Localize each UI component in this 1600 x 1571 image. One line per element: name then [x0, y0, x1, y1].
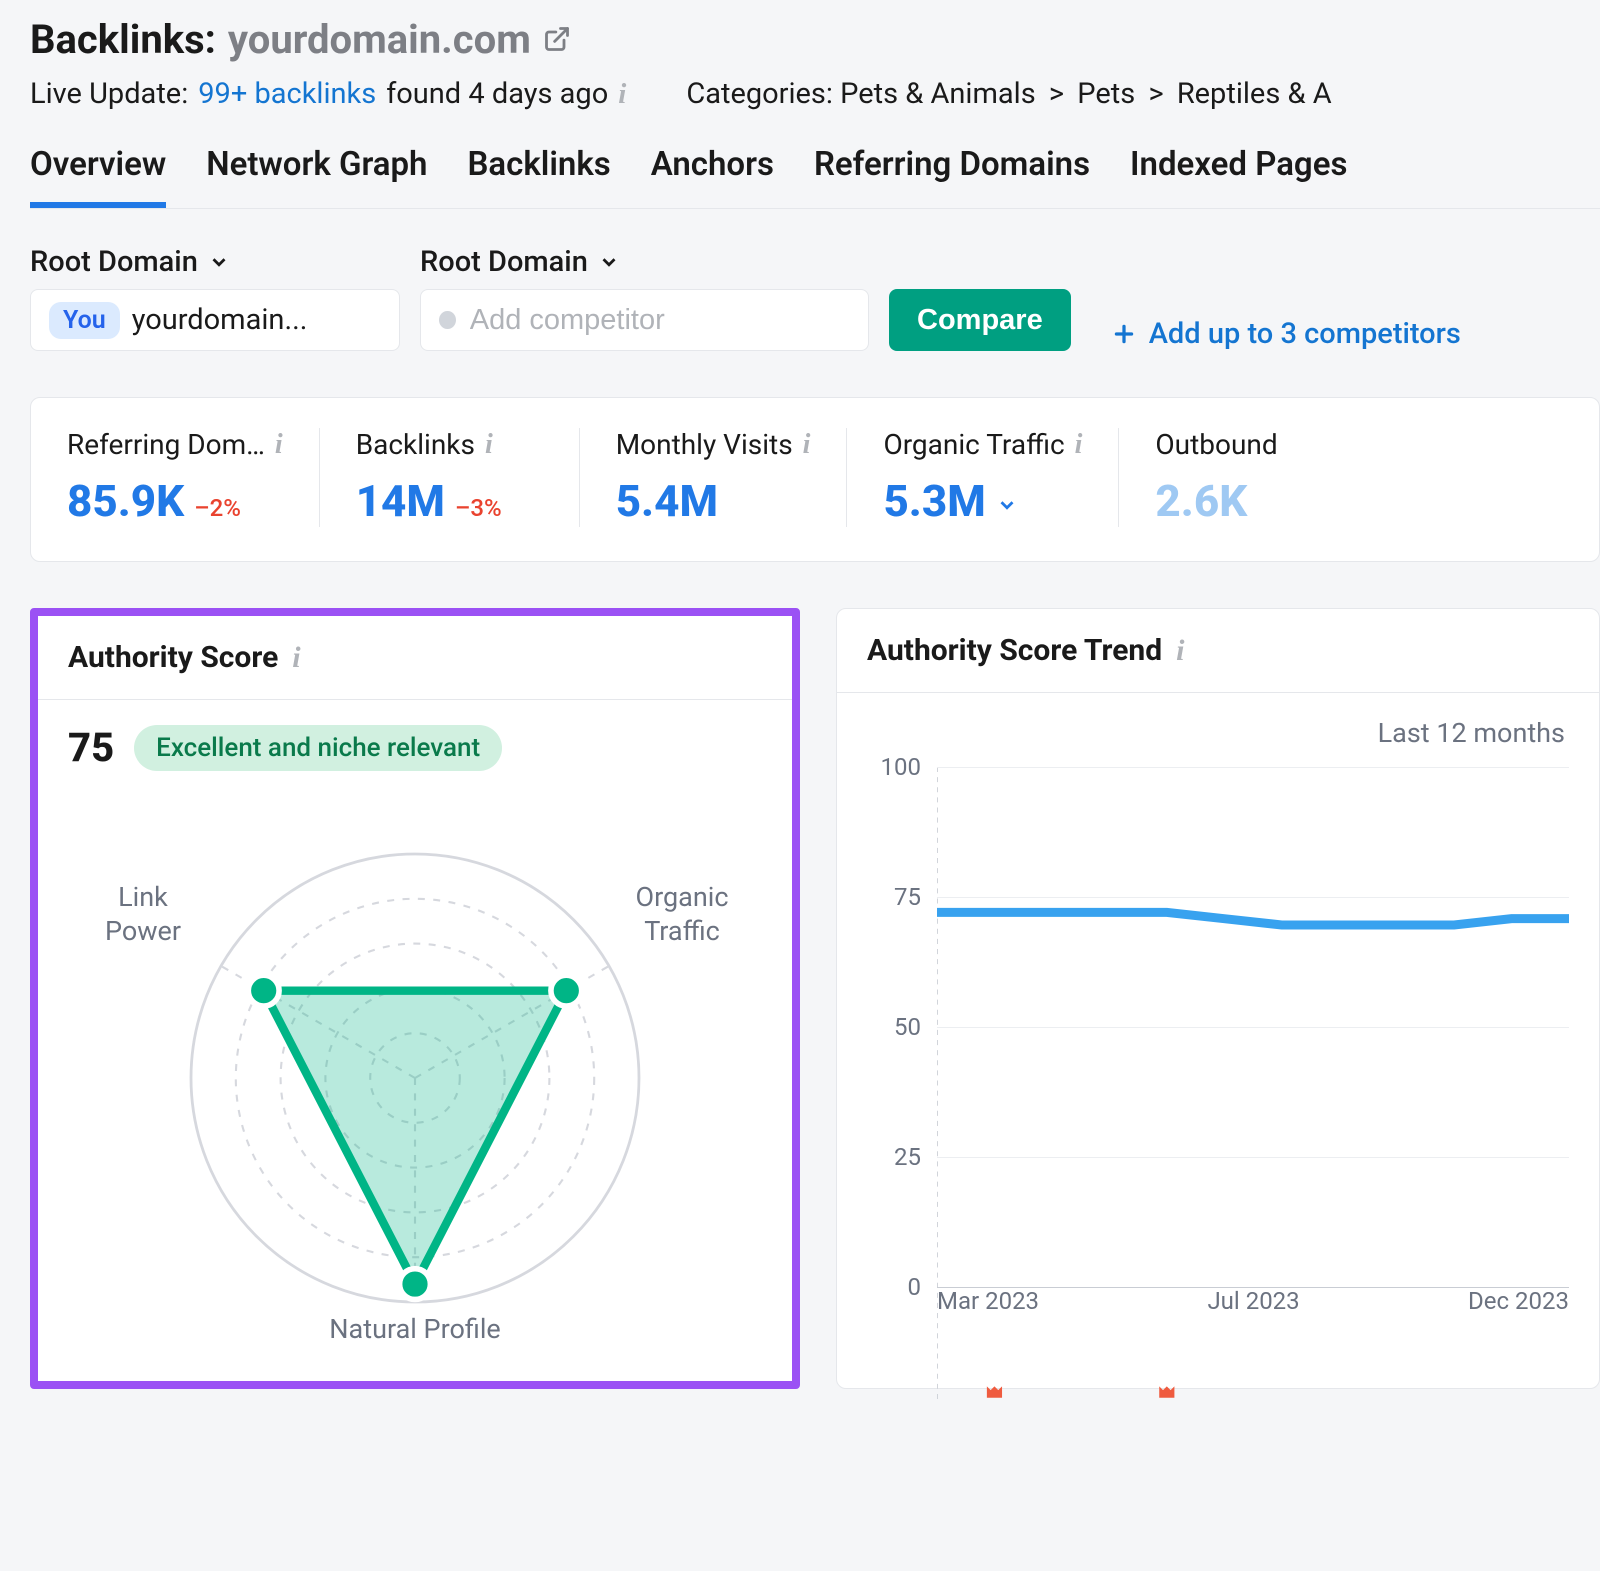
metric-value: 85.9K: [67, 475, 184, 527]
authority-score-value: 75: [68, 724, 114, 771]
info-icon[interactable]: i: [1075, 429, 1083, 461]
trend-chart: 0255075100 Mar 2023Jul 2023Dec 2023: [867, 767, 1569, 1327]
radar-axis-natural-profile: Natural Profile: [68, 1313, 762, 1347]
you-pill: You: [49, 302, 120, 339]
authority-trend-panel: Authority Score Trend i Last 12 months 0…: [836, 608, 1600, 1389]
external-link-icon[interactable]: [543, 16, 571, 63]
x-tick: Dec 2023: [1468, 1287, 1569, 1327]
info-icon[interactable]: i: [803, 429, 811, 461]
scope-comp-label: Root Domain: [420, 245, 588, 279]
scope-selector-you[interactable]: Root Domain: [30, 245, 400, 279]
radar-axis-link-power: Link Power: [88, 881, 198, 949]
y-tick: 0: [908, 1273, 922, 1301]
metric-label: Outbound: [1155, 428, 1277, 461]
scope-you-label: Root Domain: [30, 245, 198, 279]
metric-value: 2.6K: [1155, 475, 1247, 527]
category-0[interactable]: Pets & Animals: [840, 77, 1036, 111]
chevron-down-icon: [598, 251, 620, 273]
metric-value: 5.4M: [616, 475, 718, 527]
you-domain-input[interactable]: You yourdomain...: [30, 289, 400, 351]
authority-trend-title: Authority Score Trend: [867, 633, 1162, 668]
metric-delta: –3%: [455, 494, 502, 522]
live-update-suffix: found 4 days ago: [386, 77, 608, 111]
add-competitor-link[interactable]: Add up to 3 competitors: [1111, 317, 1461, 351]
competitor-input[interactable]: [468, 303, 850, 338]
live-update: Live Update: 99+ backlinks found 4 days …: [30, 77, 626, 111]
page-title-row: Backlinks: yourdomain.com: [30, 16, 1600, 63]
live-update-link[interactable]: 99+ backlinks: [198, 77, 376, 111]
tab-network-graph[interactable]: Network Graph: [206, 145, 427, 208]
tab-overview[interactable]: Overview: [30, 145, 166, 208]
metric-value: 14M: [356, 475, 445, 527]
tab-anchors[interactable]: Anchors: [651, 145, 774, 208]
info-icon[interactable]: i: [485, 429, 493, 461]
metrics-strip: Referring Dom… i 85.9K –2% Backlinks i 14M–…: [30, 397, 1600, 562]
info-icon[interactable]: i: [292, 641, 300, 675]
compare-button[interactable]: Compare: [889, 289, 1071, 351]
x-tick: Jul 2023: [1207, 1287, 1299, 1327]
authority-score-panel: Authority Score i 75 Excellent and niche…: [30, 608, 800, 1389]
filters-row: Root Domain You yourdomain... Root Domai…: [30, 245, 1600, 351]
metric-value: 5.3M: [883, 475, 985, 527]
you-domain-value: yourdomain...: [132, 303, 308, 337]
info-icon[interactable]: i: [618, 78, 626, 111]
y-tick: 25: [894, 1143, 921, 1171]
competitor-color-dot: [439, 311, 456, 329]
y-tick: 50: [894, 1013, 921, 1041]
chevron-down-icon[interactable]: [996, 494, 1018, 516]
info-icon[interactable]: i: [1176, 634, 1184, 668]
categories: Categories: Pets & Animals > Pets > Rept…: [686, 77, 1331, 111]
metric-delta: –2%: [194, 494, 241, 522]
tab-backlinks[interactable]: Backlinks: [467, 145, 610, 208]
y-tick: 75: [894, 883, 921, 911]
live-update-label: Live Update:: [30, 77, 188, 111]
metric-organic-traffic[interactable]: Organic Traffic i 5.3M: [847, 428, 1119, 527]
metric-label: Backlinks: [356, 428, 475, 461]
metric-label: Monthly Visits: [616, 428, 793, 461]
tabs: Overview Network Graph Backlinks Anchors…: [30, 145, 1600, 209]
metric-outbound[interactable]: Outbound 2.6K: [1119, 428, 1379, 527]
tab-referring-domains[interactable]: Referring Domains: [814, 145, 1090, 208]
categories-label: Categories:: [686, 77, 833, 111]
trend-range-label: Last 12 months: [1378, 717, 1565, 749]
metric-monthly-visits[interactable]: Monthly Visits i 5.4M: [580, 428, 848, 527]
metric-label: Referring Dom…: [67, 428, 265, 461]
category-1[interactable]: Pets: [1077, 77, 1135, 111]
add-competitor-label: Add up to 3 competitors: [1149, 317, 1461, 351]
page-title-domain[interactable]: yourdomain.com: [228, 16, 531, 63]
header-sub-row: Live Update: 99+ backlinks found 4 days …: [30, 77, 1600, 111]
authority-radar-chart: Link Power Organic Traffic Natural Profi…: [68, 791, 762, 1351]
y-tick: 100: [881, 753, 921, 781]
info-icon[interactable]: i: [275, 429, 283, 461]
scope-selector-competitor[interactable]: Root Domain: [420, 245, 869, 279]
page-title-prefix: Backlinks:: [30, 16, 216, 63]
plus-icon: [1111, 321, 1137, 347]
category-2[interactable]: Reptiles & A: [1177, 77, 1332, 111]
competitor-input-box[interactable]: [420, 289, 869, 351]
x-tick: Mar 2023: [937, 1287, 1039, 1327]
authority-score-title: Authority Score: [68, 640, 278, 675]
metric-label: Organic Traffic: [883, 428, 1064, 461]
metric-referring-domains[interactable]: Referring Dom… i 85.9K –2%: [31, 428, 320, 527]
tab-indexed-pages[interactable]: Indexed Pages: [1130, 145, 1347, 208]
radar-axis-organic-traffic: Organic Traffic: [622, 881, 742, 949]
metric-backlinks[interactable]: Backlinks i 14M –3%: [320, 428, 580, 527]
authority-score-badge: Excellent and niche relevant: [134, 725, 502, 771]
chevron-down-icon: [208, 251, 230, 273]
